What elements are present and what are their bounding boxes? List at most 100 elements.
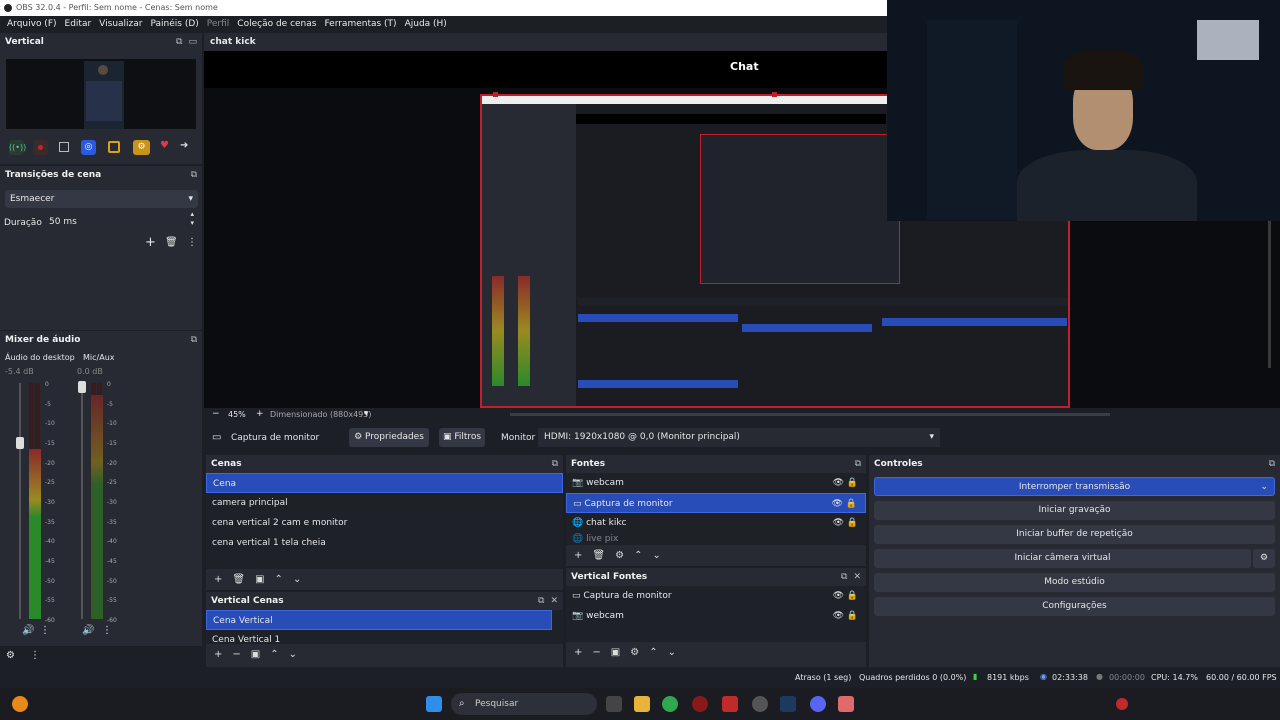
lock-icon[interactable]: 🔒 — [847, 606, 858, 626]
arrow-down-icon[interactable]: ⌄ — [652, 550, 660, 561]
windows-start-icon[interactable] — [426, 696, 442, 712]
steam-icon[interactable] — [780, 696, 796, 712]
transition-select[interactable]: Esmaecer ▾ — [5, 190, 198, 208]
float-icon[interactable]: ⧉ — [552, 459, 558, 469]
virtualcam-icon[interactable] — [108, 141, 120, 153]
arrow-down-icon[interactable]: ⌄ — [668, 647, 676, 658]
filter-icon[interactable]: ▣ — [251, 649, 260, 660]
start-replay-buffer-button[interactable]: Iniciar buffer de repetição — [874, 525, 1275, 544]
task-view-icon[interactable] — [606, 696, 622, 712]
menu-item-scene-collection[interactable]: Coleção de cenas — [233, 16, 320, 32]
add-icon[interactable]: + — [145, 235, 156, 250]
app-icon[interactable] — [838, 696, 854, 712]
scale-dimension[interactable]: Dimensionado (880x495) — [270, 410, 371, 419]
scene-item[interactable]: camera principal — [206, 493, 563, 513]
float-icon[interactable]: ⧉ — [176, 37, 182, 47]
add-icon[interactable]: + — [214, 649, 222, 660]
obs-icon[interactable] — [752, 696, 768, 712]
close-icon[interactable]: ✕ — [853, 572, 861, 582]
float-icon[interactable]: ⧉ — [191, 335, 197, 345]
start-virtual-camera-button[interactable]: Iniciar câmera virtual — [874, 549, 1251, 568]
properties-button[interactable]: ⚙ Propriedades — [349, 428, 429, 447]
chrome-icon[interactable] — [662, 696, 678, 712]
gear-icon[interactable]: ⚙ — [615, 550, 624, 561]
source-item[interactable]: 📷 webcam 👁 🔒 — [566, 473, 866, 493]
tray-icon[interactable] — [1116, 698, 1128, 710]
taskbar-search[interactable]: ⌕ Pesquisar — [451, 693, 597, 715]
handle-icon[interactable] — [772, 92, 777, 97]
arrow-up-icon[interactable]: ⌃ — [270, 649, 278, 660]
add-icon[interactable]: + — [214, 574, 222, 585]
eye-icon[interactable]: 👁 — [833, 513, 844, 533]
source-item[interactable]: ▭ Captura de monitor 👁 🔒 — [566, 493, 866, 513]
vertical-source-item[interactable]: 📷 webcam 👁 🔒 — [566, 606, 866, 626]
horizontal-scrollbar[interactable] — [510, 413, 1110, 416]
more-icon[interactable]: ⋮ — [187, 237, 197, 248]
trash-icon[interactable]: 🗑 — [165, 237, 178, 248]
app-icon[interactable] — [12, 696, 28, 712]
replay-icon[interactable]: ◎ — [81, 140, 96, 155]
float-icon[interactable]: ⧉ — [1269, 459, 1275, 469]
zoom-in-button[interactable]: + — [256, 409, 264, 419]
menu-item-view[interactable]: Visualizar — [95, 16, 146, 32]
scene-item[interactable]: Cena — [206, 473, 563, 493]
monitor-select[interactable]: HDMI: 1920x1080 @ 0,0 (Monitor principal… — [538, 428, 940, 447]
scene-item[interactable]: cena vertical 2 cam e monitor — [206, 513, 563, 533]
scrollbar[interactable] — [1268, 218, 1271, 368]
lock-icon[interactable]: 🔒 — [846, 494, 857, 514]
vertical-preview[interactable] — [6, 59, 196, 129]
spin-icon[interactable]: ▴ ▾ — [190, 210, 194, 228]
square-icon[interactable] — [59, 142, 69, 152]
scene-item[interactable]: cena vertical 1 tela cheia — [206, 533, 563, 553]
gear-icon[interactable]: ⚙ — [630, 647, 639, 658]
eye-icon[interactable]: 👁 — [833, 473, 844, 493]
stream-icon[interactable]: ((•)) — [9, 140, 26, 155]
arrow-icon[interactable]: ➜ — [180, 140, 188, 151]
minus-icon[interactable]: − — [592, 647, 600, 658]
arrow-down-icon[interactable]: ⌄ — [293, 574, 301, 585]
menu-item-file[interactable]: Arquivo (F) — [3, 16, 61, 32]
float-icon[interactable]: ⧉ — [191, 170, 197, 180]
arrow-up-icon[interactable]: ⌃ — [275, 574, 283, 585]
menu-item-edit[interactable]: Editar — [61, 16, 96, 32]
float-icon[interactable]: ⧉ — [855, 459, 861, 469]
arrow-up-icon[interactable]: ⌃ — [634, 550, 642, 561]
virtual-camera-settings-button[interactable]: ⚙ — [1253, 549, 1275, 568]
filters-button[interactable]: ▣ Filtros — [439, 428, 485, 447]
menu-item-profile[interactable]: Perfil — [203, 16, 234, 32]
float-icon[interactable]: ⧉ — [841, 572, 847, 582]
more-icon[interactable]: ⋮ — [40, 625, 50, 636]
menu-item-help[interactable]: Ajuda (H) — [401, 16, 451, 32]
add-icon[interactable]: + — [574, 647, 582, 658]
filter-icon[interactable]: ▣ — [255, 574, 264, 585]
menu-item-docks[interactable]: Painéis (D) — [146, 16, 202, 32]
stop-streaming-button[interactable]: Interromper transmissão ⌄ — [874, 477, 1275, 496]
trash-icon[interactable]: 🗑 — [592, 550, 605, 561]
volume-slider-handle-desktop[interactable] — [16, 437, 24, 450]
filter-icon[interactable]: ▣ — [611, 647, 620, 658]
chevron-down-icon[interactable]: ⌄ — [1260, 478, 1268, 497]
settings-button[interactable]: Configurações — [874, 597, 1275, 616]
close-icon[interactable]: ✕ — [550, 596, 558, 606]
mixer-settings-icon[interactable]: ⚙ — [6, 650, 15, 661]
gear-icon[interactable]: ⚙ — [133, 140, 150, 155]
app-icon[interactable] — [692, 696, 708, 712]
lock-icon[interactable]: 🔒 — [847, 513, 858, 533]
volume-slider-handle-mic[interactable] — [78, 381, 86, 393]
record-icon[interactable] — [33, 140, 48, 155]
app-icon[interactable] — [722, 696, 738, 712]
start-recording-button[interactable]: Iniciar gravação — [874, 501, 1275, 520]
menu-item-tools[interactable]: Ferramentas (T) — [320, 16, 400, 32]
vertical-scene-item[interactable]: Cena Vertical 1 — [206, 630, 563, 644]
eye-icon[interactable]: 👁 — [833, 586, 844, 606]
trash-icon[interactable]: 🗑 — [232, 574, 245, 585]
more-icon[interactable]: ⋮ — [102, 625, 112, 636]
heart-icon[interactable]: ♥ — [160, 140, 169, 151]
speaker-icon[interactable]: 🔊 — [82, 625, 94, 636]
source-item[interactable]: 🌐 live pix — [566, 533, 866, 545]
file-explorer-icon[interactable] — [634, 696, 650, 712]
close-icon[interactable]: ▭ — [188, 37, 197, 47]
lock-icon[interactable]: 🔒 — [847, 473, 858, 493]
minus-icon[interactable]: − — [232, 649, 240, 660]
arrow-up-icon[interactable]: ⌃ — [649, 647, 657, 658]
